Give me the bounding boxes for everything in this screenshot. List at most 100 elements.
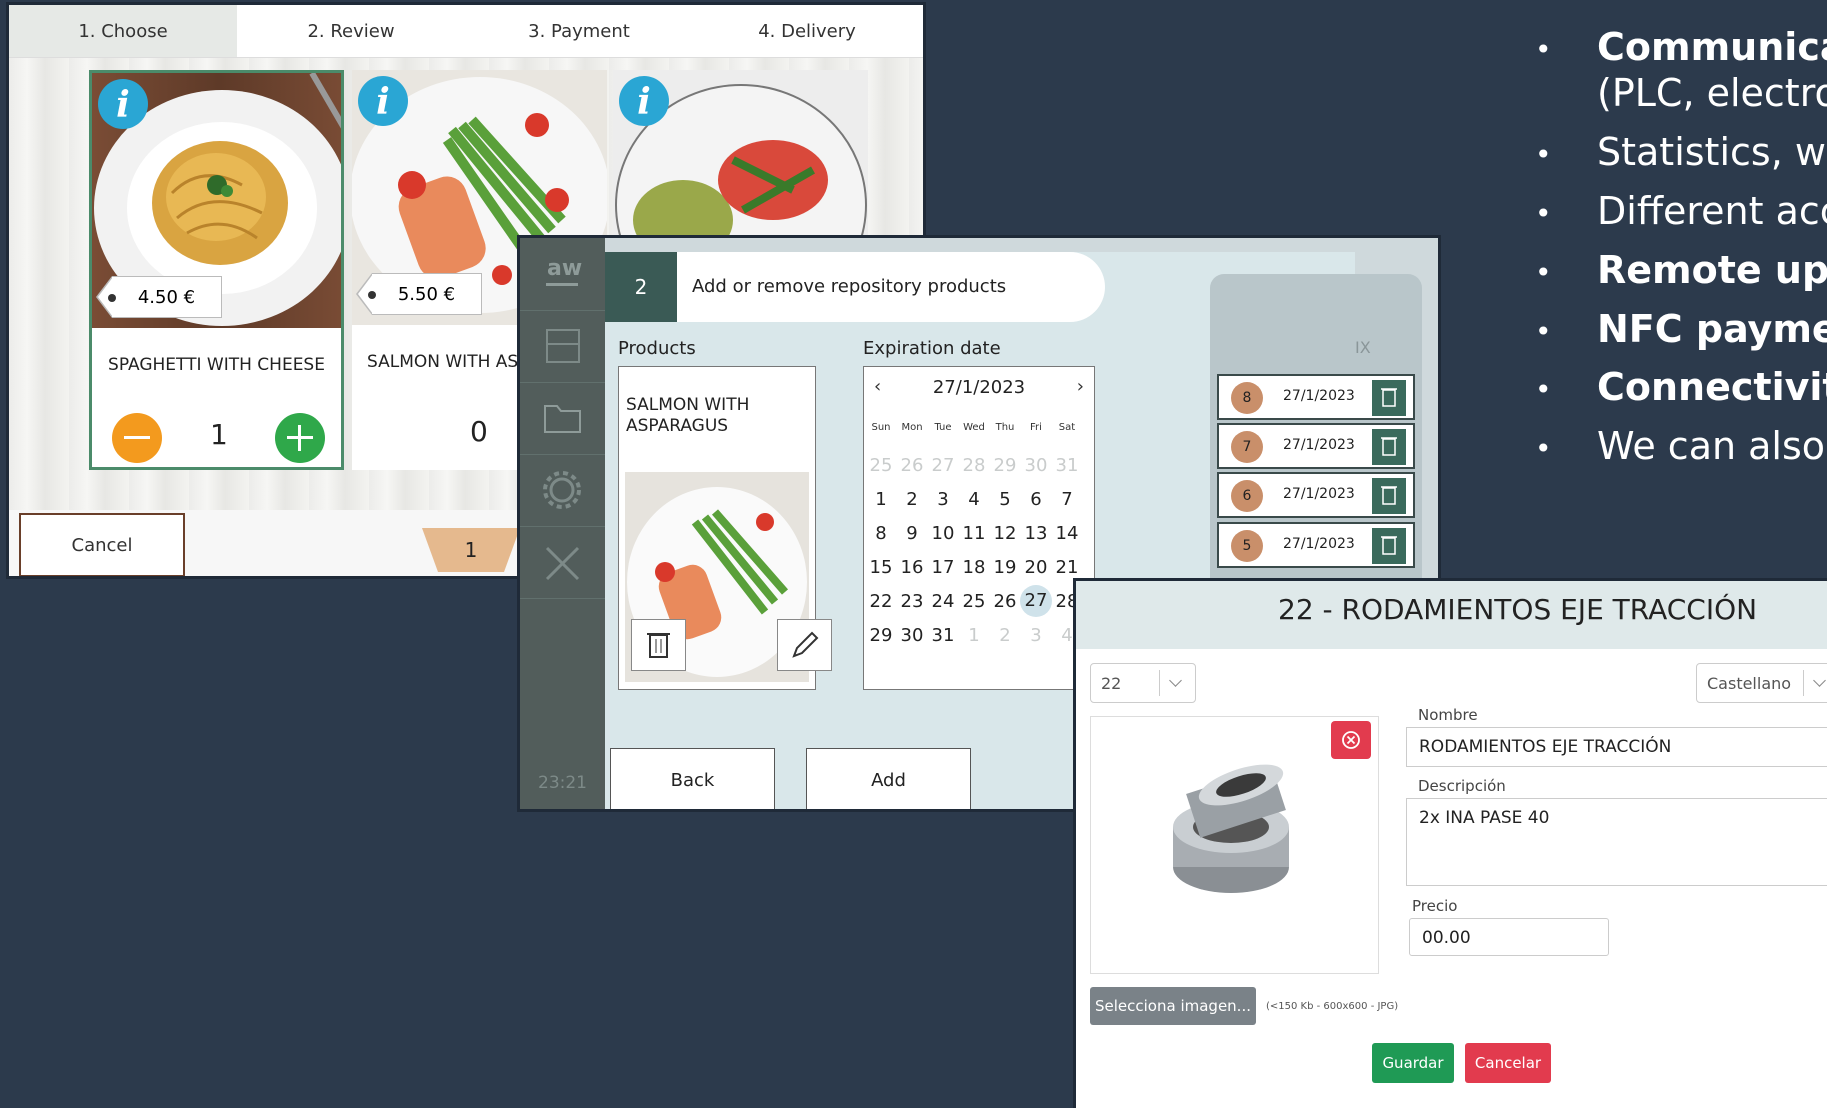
calendar-weekday: Fri — [1030, 422, 1042, 433]
calendar-day[interactable]: 30 — [1021, 455, 1051, 476]
step-choose[interactable]: 1. Choose — [9, 5, 237, 57]
calendar-day[interactable]: 10 — [928, 523, 958, 544]
calendar-day[interactable]: 1 — [959, 625, 989, 646]
nombre-label: Nombre — [1418, 706, 1478, 724]
calendar-day[interactable]: 6 — [1021, 489, 1051, 510]
calendar-day[interactable]: 11 — [959, 523, 989, 544]
delete-product-button[interactable] — [631, 619, 686, 671]
sidebar-item-machine[interactable] — [520, 310, 605, 383]
basket-icon[interactable]: 1 — [422, 528, 520, 572]
entry-row[interactable]: 6 27/1/2023 — [1217, 472, 1415, 518]
entry-row[interactable]: 7 27/1/2023 — [1217, 423, 1415, 469]
calendar-day[interactable]: 17 — [928, 557, 958, 578]
delete-entry-button[interactable] — [1372, 528, 1406, 564]
gear-icon — [543, 471, 581, 509]
calendar-day[interactable]: 3 — [1021, 625, 1051, 646]
calendar-day[interactable]: 22 — [866, 591, 896, 612]
pencil-icon — [792, 631, 819, 658]
sidebar-item-tools[interactable] — [520, 526, 605, 599]
calendar-day[interactable]: 2 — [897, 489, 927, 510]
select-image-button[interactable]: Selecciona imagen... — [1090, 987, 1256, 1025]
remove-image-button[interactable] — [1331, 721, 1371, 759]
descripcion-textarea[interactable]: 2x INA PASE 40 — [1406, 798, 1827, 886]
calendar-day[interactable]: 19 — [990, 557, 1020, 578]
entry-row[interactable]: 8 27/1/2023 — [1217, 374, 1415, 420]
calendar-day[interactable]: 30 — [897, 625, 927, 646]
item-editor-header: 22 - RODAMIENTOS EJE TRACCIÓN — [1076, 581, 1827, 649]
delete-entry-button[interactable] — [1372, 478, 1406, 514]
sidebar-item-settings[interactable] — [520, 454, 605, 527]
step-review[interactable]: 2. Review — [237, 5, 465, 57]
calendar-day[interactable]: 5 — [990, 489, 1020, 510]
calendar-day[interactable]: 3 — [928, 489, 958, 510]
calendar-day[interactable]: 12 — [990, 523, 1020, 544]
calendar-day[interactable]: 25 — [866, 455, 896, 476]
step-payment[interactable]: 3. Payment — [465, 5, 693, 57]
precio-label: Precio — [1412, 897, 1458, 915]
calendar-day[interactable]: 29 — [990, 455, 1020, 476]
save-button[interactable]: Guardar — [1372, 1043, 1454, 1083]
calendar-day[interactable]: 7 — [1052, 489, 1082, 510]
product-card[interactable]: SALMON WITH ASPARAGUS — [618, 366, 832, 690]
step-delivery[interactable]: 4. Delivery — [693, 5, 921, 57]
products-label: Products — [618, 338, 696, 359]
back-button[interactable]: Back — [610, 748, 775, 809]
calendar-day[interactable]: 31 — [1052, 455, 1082, 476]
calendar-day[interactable]: 15 — [866, 557, 896, 578]
repository-entries: 8 27/1/2023 7 27/1/2023 6 27/1/2023 5 27… — [1210, 274, 1422, 594]
calendar-day[interactable]: 29 — [866, 625, 896, 646]
calendar-day[interactable]: 28 — [959, 455, 989, 476]
calendar-weekday: Tue — [934, 422, 952, 433]
nombre-input[interactable]: RODAMIENTOS EJE TRACCIÓN — [1406, 727, 1827, 767]
background-panel-text: IX — [1355, 338, 1371, 357]
trash-icon — [1381, 486, 1397, 505]
entry-quantity: 5 — [1231, 530, 1263, 562]
price-tag: 5.50 € — [356, 273, 482, 315]
calendar-day[interactable]: 16 — [897, 557, 927, 578]
cancel-button[interactable]: Cancelar — [1465, 1043, 1551, 1083]
info-icon[interactable]: i — [619, 76, 669, 126]
calendar-day[interactable]: 4 — [959, 489, 989, 510]
menu-card-spaghetti[interactable]: i 4.50 € SPAGHETTI WITH CHEESE 1 — [89, 70, 344, 470]
cancel-order-button[interactable]: Cancel — [19, 513, 185, 576]
calendar-day[interactable]: 21 — [1052, 557, 1082, 578]
calendar-day[interactable]: 27 — [1020, 585, 1052, 617]
next-month-button[interactable]: › — [1077, 376, 1084, 397]
increase-quantity-button[interactable] — [275, 413, 325, 463]
calendar-day[interactable]: 8 — [866, 523, 896, 544]
calendar-day[interactable]: 26 — [990, 591, 1020, 612]
calendar-day[interactable]: 26 — [897, 455, 927, 476]
delete-entry-button[interactable] — [1372, 380, 1406, 416]
decrease-quantity-button[interactable] — [112, 413, 162, 463]
calendar-day[interactable]: 13 — [1021, 523, 1051, 544]
calendar-day[interactable]: 14 — [1052, 523, 1082, 544]
close-circle-icon — [1342, 731, 1360, 749]
basket-count: 1 — [464, 538, 478, 562]
info-icon[interactable]: i — [98, 79, 148, 129]
calendar-day[interactable]: 2 — [990, 625, 1020, 646]
calendar-day[interactable]: 1 — [866, 489, 896, 510]
info-icon[interactable]: i — [358, 76, 408, 126]
precio-input[interactable]: 00.00 — [1409, 918, 1609, 956]
code-select[interactable]: 22 — [1090, 663, 1196, 703]
language-select[interactable]: Castellano — [1696, 663, 1827, 703]
entry-quantity: 6 — [1231, 480, 1263, 512]
calendar-day[interactable]: 25 — [959, 591, 989, 612]
calendar-day[interactable]: 31 — [928, 625, 958, 646]
delete-entry-button[interactable] — [1372, 429, 1406, 465]
minus-icon — [124, 436, 150, 439]
sidebar-item-folder[interactable] — [520, 382, 605, 455]
calendar-day[interactable]: 20 — [1021, 557, 1051, 578]
calendar-day[interactable]: 9 — [897, 523, 927, 544]
dish-quantity: 1 — [210, 418, 228, 451]
calendar-day[interactable]: 24 — [928, 591, 958, 612]
calendar-day[interactable]: 23 — [897, 591, 927, 612]
expiration-calendar[interactable]: ‹ 27/1/2023 › Sun Mon Tue Wed Thu Fri Sat 25 26 2… — [863, 366, 1095, 690]
calendar-day[interactable]: 27 — [928, 455, 958, 476]
entry-row[interactable]: 5 27/1/2023 — [1217, 522, 1415, 568]
edit-product-button[interactable] — [777, 619, 832, 671]
calendar-weekday: Sat — [1058, 422, 1076, 433]
calendar-day[interactable]: 18 — [959, 557, 989, 578]
add-button[interactable]: Add — [806, 748, 971, 809]
calendar-weekday: Sun — [871, 422, 891, 433]
